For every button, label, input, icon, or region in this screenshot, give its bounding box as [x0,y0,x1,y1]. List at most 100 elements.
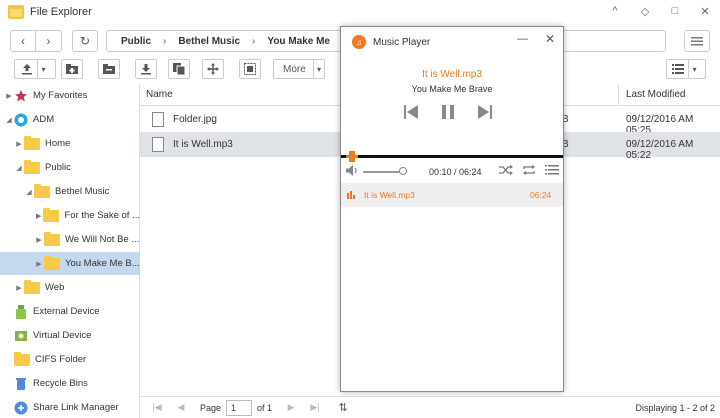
seek-bar[interactable] [341,155,563,158]
sidebar-item-label: External Device [33,306,100,317]
refresh-button[interactable]: ↻ [72,30,98,52]
now-playing-album: You Make Me Brave [411,84,493,94]
sidebar-item-label: Public [45,162,71,173]
expand-arrow-icon[interactable]: ▶ [4,92,14,100]
move-icon [207,63,219,75]
sidebar-item-recycle-bins[interactable]: Recycle Bins [0,372,140,395]
sidebar-item-label: We Will Not Be ... [65,234,140,245]
download-button[interactable] [135,59,157,79]
chevron-down-icon: ▾ [37,60,48,78]
file-modified: 09/12/2016 AM 05:22 [626,139,694,161]
first-page-button[interactable]: |◀ [150,402,164,413]
collapse-arrow-icon[interactable]: ◢ [14,164,24,172]
expand-arrow-icon[interactable]: ▶ [34,236,44,244]
seek-bar-handle[interactable] [346,151,359,162]
sidebar-item-public[interactable]: ◢ Public [0,156,140,179]
sidebar-item-label: My Favorites [33,90,88,101]
music-player-title: Music Player [373,36,431,48]
sidebar-item-label: CIFS Folder [35,354,87,365]
music-player-window: ♫ Music Player — ✕ It is Well.mp3 You Ma… [340,26,564,392]
list-view-icon [672,64,685,74]
sidebar-item-you-make-me-brave[interactable]: ▶ You Make Me B... [0,252,140,275]
refresh-list-icon[interactable]: ⇅ [336,401,350,414]
sidebar-item-home[interactable]: ▶ Home [0,132,140,155]
sidebar-item-bethel-music[interactable]: ◢ Bethel Music [0,180,140,203]
collapse-button[interactable]: ^ [600,0,630,22]
breadcrumb-current[interactable]: You Make Me [267,36,330,47]
share-link-icon [14,401,28,414]
status-bar: |◀ ◀ Page 1 of 1 ▶ ▶| ⇅ Displaying 1 - 2… [140,396,720,418]
last-page-button[interactable]: ▶| [308,402,322,413]
next-page-button[interactable]: ▶ [284,402,298,413]
move-button[interactable] [202,59,224,79]
sidebar-item-we-will-not-be[interactable]: ▶ We Will Not Be ... [0,228,140,251]
playlist-track-duration: 06:24 [530,190,552,200]
collapse-arrow-icon[interactable]: ◢ [24,188,34,196]
sidebar-item-adm[interactable]: ◢ ADM [0,108,140,131]
copy-icon [173,63,185,75]
expand-arrow-icon[interactable]: ▶ [14,140,24,148]
forward-button[interactable]: › [36,30,62,52]
copy-button[interactable] [168,59,190,79]
close-button[interactable]: ✕ [690,0,720,22]
select-all-button[interactable] [239,59,261,79]
window-controls: ^ ◇ □ ✕ [600,0,720,22]
more-label: More [283,63,306,75]
music-player-title-bar[interactable]: ♫ Music Player — ✕ [341,27,563,57]
column-header-name[interactable]: Name [146,89,173,100]
volume-icon[interactable] [346,165,358,176]
page-number-input[interactable]: 1 [226,399,253,416]
sidebar-tree: ▶ My Favorites ◢ ADM ▶ Home ◢ Public ◢ B… [0,84,140,418]
more-button[interactable]: More ▾ [273,59,325,79]
sidebar-item-virtual-device[interactable]: Virtual Device [0,324,140,347]
breadcrumb-separator: › [252,35,256,47]
sidebar-item-web[interactable]: ▶ Web [0,276,140,299]
view-mode-button[interactable]: ▾ [666,59,706,79]
column-header-last-modified[interactable]: Last Modified [626,89,685,100]
player-close-button[interactable]: ✕ [545,32,555,46]
playlist-item[interactable]: It is Well.mp3 06:24 [341,183,563,207]
sidebar-item-my-favorites[interactable]: ▶ My Favorites [0,84,140,107]
next-track-button[interactable] [475,102,495,122]
new-folder-button[interactable] [61,59,83,79]
expand-arrow-icon[interactable]: ▶ [34,212,43,220]
pause-button[interactable] [438,102,458,122]
filter-view-button[interactable] [684,30,710,52]
back-button[interactable]: ‹ [10,30,36,52]
maximize-button[interactable]: □ [660,0,690,22]
pause-icon [442,105,454,119]
title-bar: File Explorer ^ ◇ □ ✕ [0,0,720,24]
sidebar-item-for-the-sake-of[interactable]: ▶ For the Sake of ... [0,204,140,227]
expand-arrow-icon[interactable]: ▶ [34,260,44,268]
restore-button[interactable]: ◇ [630,0,660,22]
download-icon [141,63,151,74]
player-minimize-button[interactable]: — [517,33,528,45]
previous-track-button[interactable] [401,102,421,122]
sidebar-item-share-link-manager[interactable]: Share Link Manager [0,396,140,418]
upload-icon [22,63,33,74]
column-divider [618,84,619,106]
archive-folder-button[interactable] [98,59,120,79]
sidebar-item-label: Share Link Manager [33,402,119,413]
sidebar-item-label: For the Sake of ... [64,210,140,221]
page-label: Page [200,402,222,413]
shuffle-icon[interactable] [499,164,513,176]
image-file-icon [152,112,164,127]
sidebar-item-cifs-folder[interactable]: CIFS Folder [0,348,140,371]
breadcrumb-public[interactable]: Public [121,36,151,47]
now-playing-title: It is Well.mp3 [422,69,482,80]
sidebar-item-external-device[interactable]: External Device [0,300,140,323]
playback-time: 00:10 / 06:24 [429,167,482,177]
upload-button[interactable]: ▾ [14,59,56,79]
repeat-icon[interactable] [522,164,536,176]
app-title: File Explorer [30,6,92,18]
folder-archive-icon [103,64,115,74]
collapse-arrow-icon[interactable]: ◢ [4,116,14,124]
expand-arrow-icon[interactable]: ▶ [14,284,24,292]
folder-icon [34,183,50,198]
volume-slider-handle[interactable] [398,167,407,175]
playlist-icon[interactable] [545,164,559,176]
folder-icon [24,279,40,294]
breadcrumb-bethel-music[interactable]: Bethel Music [178,36,240,47]
previous-page-button[interactable]: ◀ [174,402,188,413]
